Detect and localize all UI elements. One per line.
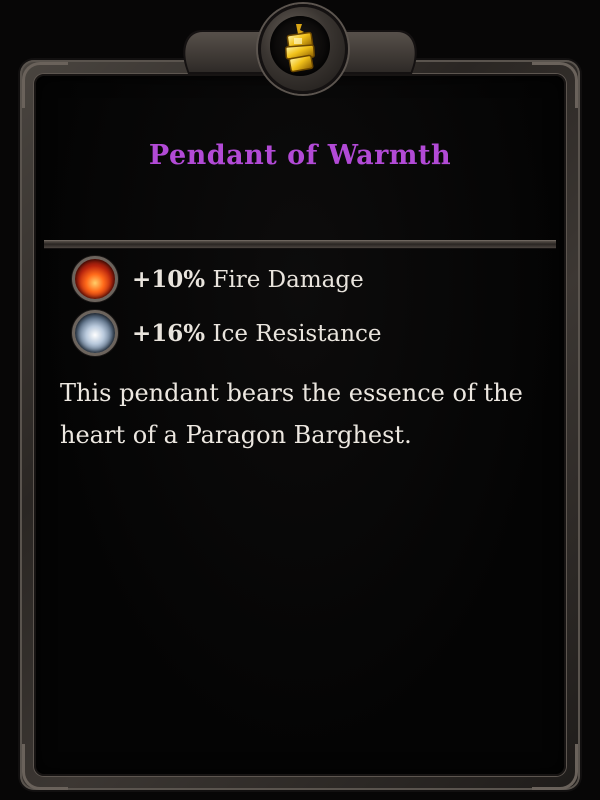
- stat-value: +16%: [132, 319, 206, 347]
- stat-text: +16% Ice Resistance: [132, 320, 382, 347]
- stat-text: +10% Fire Damage: [132, 266, 364, 293]
- item-description: This pendant bears the essence of the he…: [60, 379, 523, 449]
- section-divider: [44, 240, 556, 249]
- stat-label: Fire Damage: [212, 266, 364, 293]
- item-name: Pendant of Warmth: [148, 140, 452, 171]
- stat-row: +10% Fire Damage: [72, 256, 364, 302]
- ice-element-icon: [72, 310, 118, 356]
- frame-corner-bottom-right: [532, 744, 578, 790]
- stat-label: Ice Resistance: [212, 320, 382, 347]
- fire-element-icon: [72, 256, 118, 302]
- frame-corner-top-right: [532, 62, 578, 108]
- stat-row: +16% Ice Resistance: [72, 310, 382, 356]
- stat-value: +10%: [132, 265, 206, 293]
- frame-corner-bottom-left: [22, 744, 68, 790]
- item-tooltip: Pendant of Warmth +10% Fire Damage +16% …: [0, 0, 600, 800]
- gold-pendant-icon: [285, 24, 315, 73]
- frame-corner-top-left: [22, 62, 68, 108]
